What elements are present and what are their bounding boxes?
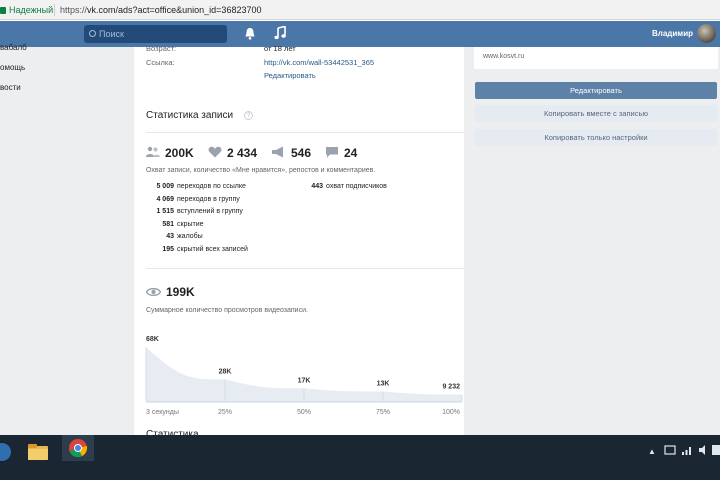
reach-count: 200K	[165, 146, 194, 160]
stats-description: Охват записи, количество «Мне нравится»,…	[146, 167, 376, 174]
likes-count: 2 434	[227, 146, 258, 160]
comments-count: 24	[344, 146, 358, 160]
divider	[146, 132, 464, 133]
data-label: 17K	[298, 377, 311, 384]
chrome-icon	[69, 439, 88, 458]
x-tick-label: 3 секунды	[146, 409, 179, 416]
page-content: вабалб омощь вости Возраст: от 18 лет Сс…	[0, 43, 720, 440]
site-url[interactable]: www.kosvt.ru	[483, 53, 524, 60]
stats-row-label: вступлений в группу	[177, 208, 243, 216]
sidebar-item-help[interactable]: омощь	[0, 63, 25, 72]
stats-title: Статистика записи	[146, 110, 234, 121]
sidebar-item-news[interactable]: вости	[0, 83, 21, 92]
lock-icon	[0, 7, 6, 14]
comment-icon	[326, 147, 338, 158]
stats-row-label: скрытие	[177, 220, 204, 228]
browser-address-bar: Надежный https://vk.com/ads?act=office&u…	[0, 0, 720, 20]
url-scheme: https://	[60, 5, 88, 15]
data-label: 9 232	[442, 384, 460, 391]
stats-row: 581 скрытие	[146, 220, 204, 228]
data-label: 28K	[219, 368, 232, 375]
megaphone-icon	[272, 146, 283, 158]
x-tick-label: 25%	[218, 409, 232, 416]
url-path: vk.com/ads?act=office&union_id=36823700	[87, 5, 262, 15]
video-views: 199K	[166, 285, 195, 299]
stats-row-value: 5 009	[156, 183, 174, 190]
divider	[146, 268, 464, 269]
x-tick-label: 75%	[376, 409, 390, 416]
chart-svg: 68K 3 секунды 28K 25% 17K 50% 13K 75% 9 232 100%	[145, 336, 463, 416]
stats-row-value: 4 069	[156, 195, 174, 203]
url-field[interactable]: https://vk.com/ads?act=office&union_id=3…	[60, 5, 261, 15]
secure-indicator[interactable]: Надежный	[0, 5, 53, 15]
bell-icon[interactable]	[244, 27, 256, 40]
left-sidebar: вабалб омощь вости	[0, 43, 124, 107]
reposts-count: 546	[291, 146, 312, 160]
ad-preview-card: www.kosvt.ru	[474, 47, 718, 69]
stats-row-label: скрытий всех записей	[177, 246, 248, 253]
stats-row-value: 443	[311, 183, 323, 190]
stats-row: 4 069 переходов в группу	[146, 195, 240, 203]
search-input[interactable]: Поиск	[84, 25, 227, 43]
data-label: 68K	[146, 336, 159, 343]
copy-settings-button[interactable]: Копировать только настройки	[475, 129, 717, 146]
stats-row-value: 43	[166, 233, 174, 241]
age-label: Возраст:	[146, 44, 177, 53]
start-button-icon[interactable]	[0, 439, 14, 465]
heart-icon	[208, 146, 222, 158]
flag-icon[interactable]	[664, 445, 676, 455]
stats-row-label: переходов по ссылке	[177, 183, 246, 190]
copy-with-post-button[interactable]: Копировать вместе с записью	[475, 105, 717, 122]
sidebar-item-1[interactable]: вабалб	[0, 43, 27, 52]
x-tick-label: 50%	[297, 409, 311, 416]
windows-taskbar: ▲	[0, 435, 720, 480]
taskbar-active-app[interactable]	[62, 435, 94, 461]
address-divider	[54, 4, 55, 16]
vk-top-bar: Поиск Владимир	[0, 21, 720, 47]
data-label: 13K	[377, 380, 390, 387]
language-icon[interactable]	[712, 444, 720, 456]
stats-row-value: 1 515	[156, 208, 174, 216]
stats-row-value: 581	[162, 220, 174, 228]
stats-row-value: 195	[162, 246, 174, 253]
stats-row: 443 охват подписчиков	[299, 183, 387, 190]
stats-row: 1 515 вступлений в группу	[146, 208, 243, 216]
age-value: от 18 лет	[264, 44, 296, 53]
music-icon[interactable]	[274, 26, 286, 40]
stats-row: 195 скрытий всех записей	[146, 246, 248, 253]
user-name[interactable]: Владимир	[652, 29, 693, 38]
network-icon[interactable]	[681, 444, 693, 456]
edit-link[interactable]: Редактировать	[264, 71, 316, 80]
post-stats-panel: Возраст: от 18 лет Ссылка: http://vk.com…	[134, 44, 464, 440]
folder-icon[interactable]	[26, 439, 50, 465]
x-tick-label: 100%	[442, 409, 460, 416]
video-retention-chart: 68K 3 секунды 28K 25% 17K 50% 13K 75% 9 232 100%	[144, 327, 464, 435]
video-description: Суммарное количество просмотров видеозап…	[146, 307, 308, 314]
volume-icon[interactable]	[698, 444, 710, 456]
link-label: Ссылка:	[146, 58, 175, 67]
avatar[interactable]	[697, 24, 716, 43]
stats-row: 43 жалобы	[146, 233, 203, 241]
right-panel: www.kosvt.ru Редактировать Копировать вм…	[474, 47, 719, 435]
stats-row-label: жалобы	[177, 233, 203, 241]
people-icon	[146, 146, 160, 157]
edit-button[interactable]: Редактировать	[475, 82, 717, 99]
help-icon[interactable]: ?	[244, 111, 253, 120]
eye-icon	[146, 287, 161, 297]
stats-row-label: охват подписчиков	[326, 183, 387, 190]
search-icon	[89, 30, 96, 37]
search-placeholder: Поиск	[99, 29, 124, 39]
stats-row: 5 009 переходов по ссылке	[146, 183, 246, 190]
stats-row-label: переходов в группу	[177, 195, 240, 203]
secure-label: Надежный	[9, 5, 54, 15]
tray-arrow-icon[interactable]: ▲	[648, 447, 656, 456]
post-link[interactable]: http://vk.com/wall-53442531_365	[264, 58, 374, 67]
